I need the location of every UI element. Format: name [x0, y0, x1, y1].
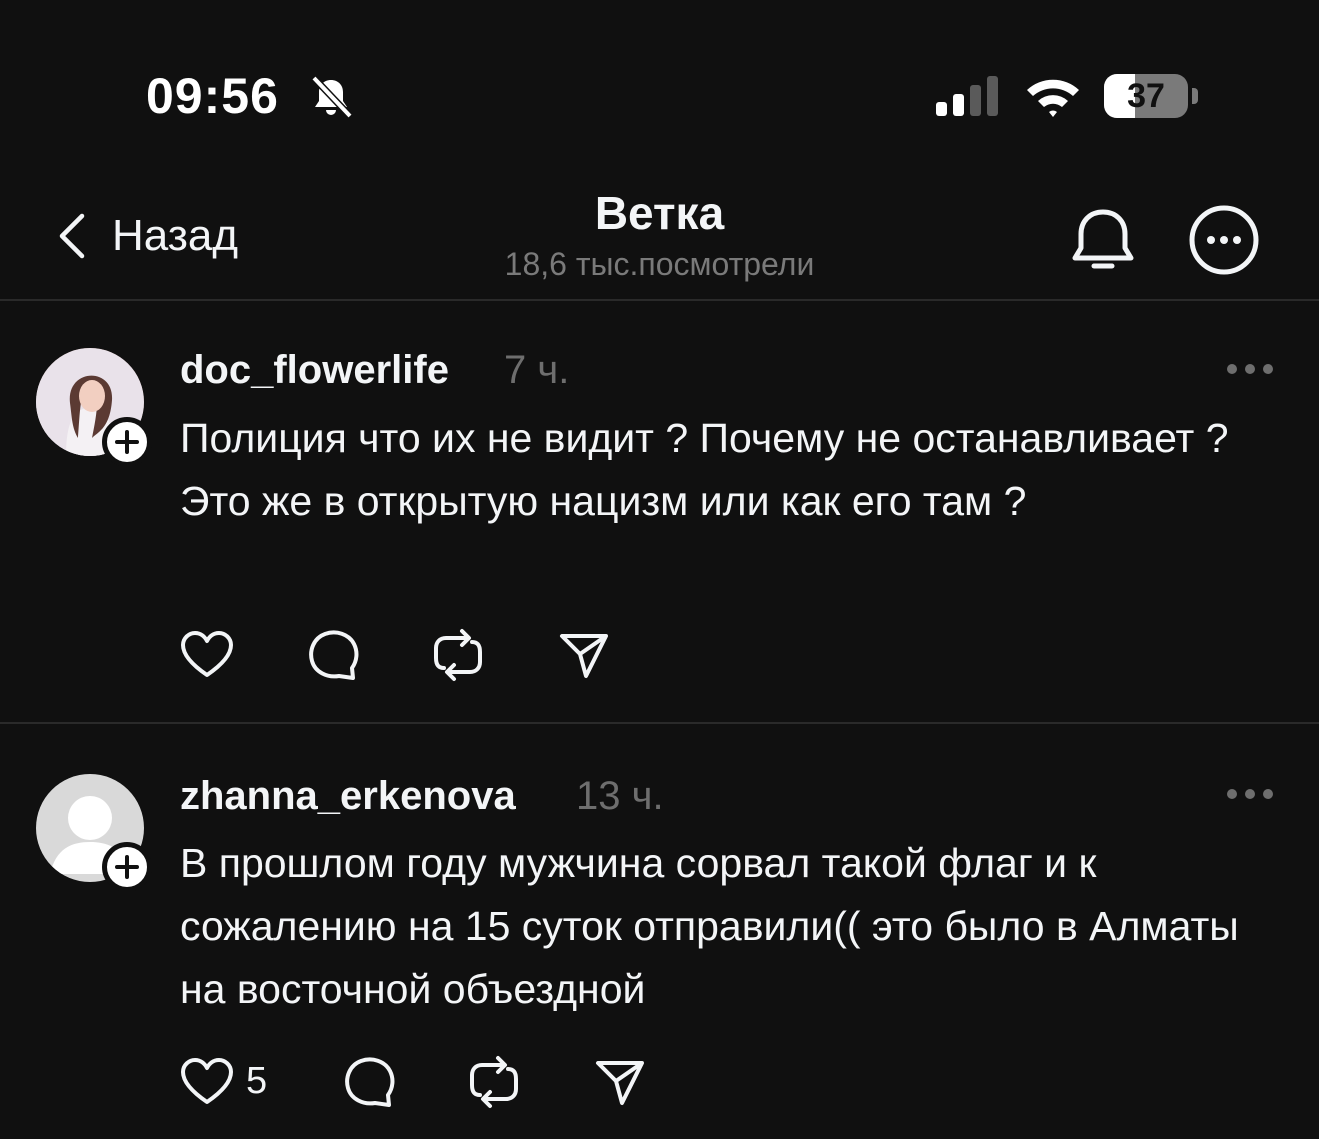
plus-icon — [115, 855, 139, 879]
comment-icon[interactable] — [306, 628, 360, 682]
battery-icon: 37 — [1104, 74, 1200, 118]
thread-header: Назад Ветка 18,6 тыс.посмотрели — [0, 150, 1319, 300]
wifi-icon — [1027, 79, 1079, 117]
heart-icon[interactable] — [180, 630, 234, 680]
more-icon[interactable] — [1224, 784, 1276, 804]
battery-percentage: 37 — [1127, 77, 1165, 115]
post-text: Полиция что их не видит ? Почему не оста… — [180, 415, 1229, 524]
repost-icon[interactable] — [432, 628, 484, 682]
reply-post: doc_flowerlife 7 ч. Полиция что их не ви… — [0, 300, 1319, 722]
status-bar: 09:56 37 — [0, 0, 1319, 150]
post-time: 7 ч. — [504, 348, 570, 392]
username[interactable]: doc_flowerlife — [180, 348, 449, 393]
follow-button[interactable] — [102, 417, 152, 467]
username[interactable]: zhanna_erkenova — [180, 774, 516, 819]
repost-icon[interactable] — [468, 1055, 520, 1109]
follow-button[interactable] — [102, 842, 152, 892]
bell-slash-icon — [311, 75, 353, 119]
more-circle-icon[interactable] — [1186, 202, 1262, 278]
more-icon[interactable] — [1224, 359, 1276, 379]
like-count: 5 — [246, 1060, 268, 1102]
heart-icon[interactable] — [180, 1057, 234, 1107]
reply-post: zhanna_erkenova 13 ч. В прошлом году муж… — [0, 724, 1319, 1139]
cellular-signal-icon — [936, 76, 998, 116]
share-icon[interactable] — [558, 630, 610, 680]
bell-icon[interactable] — [1066, 204, 1140, 278]
post-text: В прошлом году мужчина сорвал такой флаг… — [180, 840, 1239, 1012]
comment-icon[interactable] — [342, 1055, 396, 1109]
post-time: 13 ч. — [576, 774, 664, 818]
status-time: 09:56 — [146, 68, 279, 124]
plus-icon — [115, 430, 139, 454]
share-icon[interactable] — [594, 1057, 646, 1107]
